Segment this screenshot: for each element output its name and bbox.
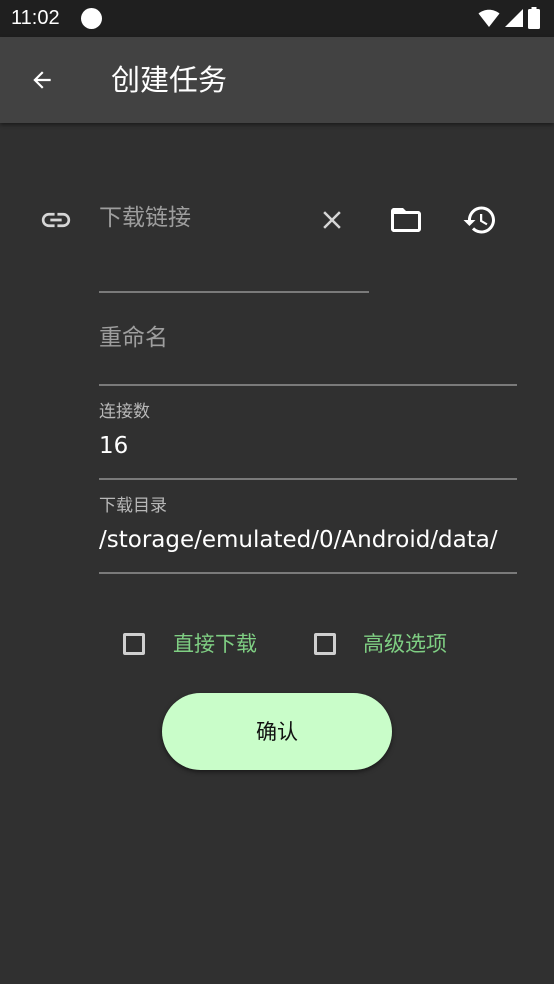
connections-label: 连接数 [99, 402, 150, 422]
arrow-left-icon [33, 71, 51, 89]
link-icon [36, 204, 76, 236]
status-bar: 11:02 [0, 0, 554, 37]
rename-underline [99, 384, 517, 386]
status-time: 11:02 [11, 7, 60, 29]
create-task-screen: 11:02 创建任务 下载链接 重命名 连接数 16 下载目录 /storage… [0, 0, 554, 984]
history-button[interactable] [460, 200, 500, 240]
directory-value: /storage/emulated/0/Android/data/ [99, 527, 498, 553]
connections-input[interactable]: 连接数 16 [99, 398, 517, 480]
app-bar: 创建任务 [0, 37, 554, 123]
advanced-label: 高级选项 [363, 632, 447, 656]
cellular-signal-icon [505, 9, 523, 27]
folder-button[interactable] [386, 201, 426, 239]
history-icon [463, 206, 495, 234]
back-button[interactable] [21, 59, 63, 101]
confirm-label: 确认 [256, 719, 298, 744]
wifi-icon [478, 9, 500, 27]
folder-icon [391, 208, 421, 232]
page-title: 创建任务 [111, 63, 228, 97]
rename-placeholder: 重命名 [99, 325, 168, 351]
directory-underline [99, 572, 517, 574]
connections-underline [99, 478, 517, 480]
url-placeholder: 下载链接 [99, 205, 191, 231]
confirm-button[interactable]: 确认 [162, 693, 392, 770]
advanced-option[interactable]: 高级选项 [303, 620, 473, 670]
connections-value: 16 [99, 433, 129, 459]
url-underline [99, 291, 369, 293]
battery-icon [528, 7, 540, 29]
direct-download-checkbox[interactable] [123, 633, 145, 655]
close-icon [323, 211, 341, 229]
rename-input[interactable]: 重命名 [99, 316, 517, 386]
direct-download-option[interactable]: 直接下载 [112, 620, 282, 670]
clear-button[interactable] [314, 202, 350, 238]
direct-download-label: 直接下载 [173, 632, 257, 656]
advanced-checkbox[interactable] [314, 633, 336, 655]
notification-dot-icon [81, 8, 102, 29]
directory-input[interactable]: 下载目录 /storage/emulated/0/Android/data/ [99, 492, 517, 574]
directory-label: 下载目录 [99, 496, 167, 516]
status-icons [478, 6, 540, 30]
